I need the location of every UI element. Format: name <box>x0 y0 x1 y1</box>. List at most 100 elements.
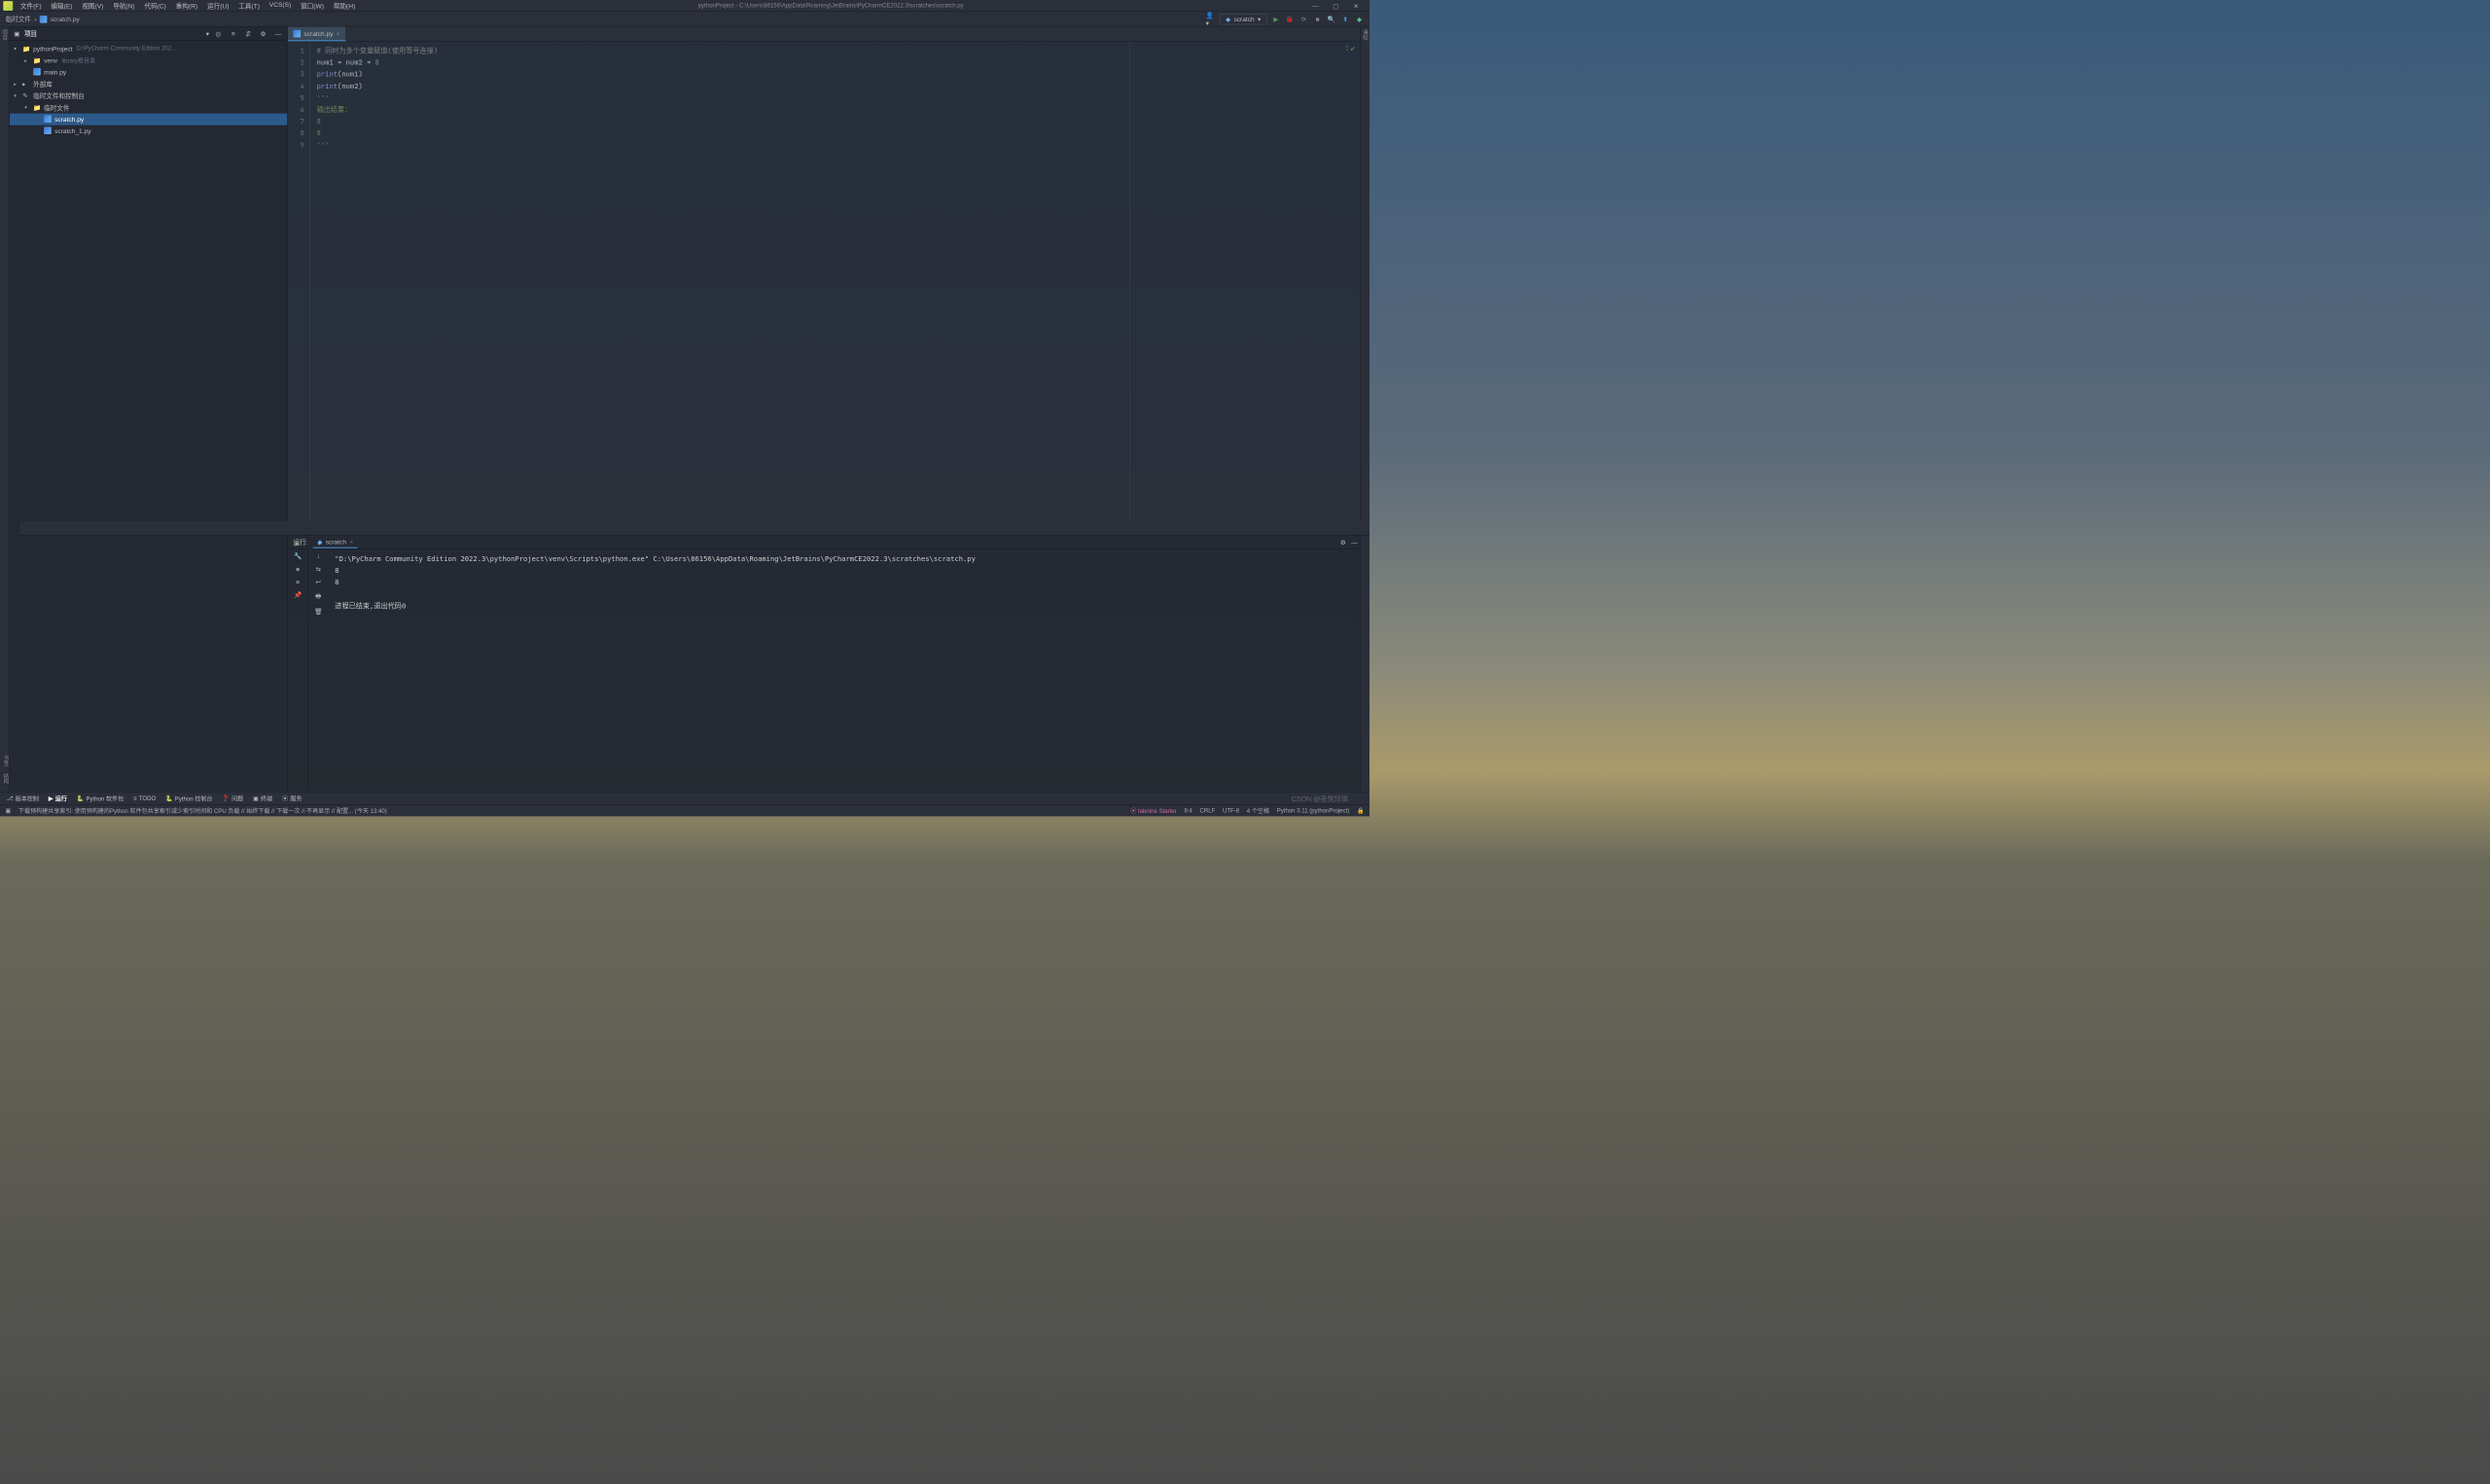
caret-position[interactable]: 9:4 <box>1184 807 1192 814</box>
python-file-icon <box>33 68 42 77</box>
gear-icon[interactable]: ⚙ <box>1340 539 1346 547</box>
menu-item[interactable]: 导航(N) <box>109 0 139 12</box>
tree-row[interactable]: ▾📁临时文件 <box>10 102 287 114</box>
ide-update-icon[interactable]: ⬆ <box>1340 15 1350 24</box>
menu-item[interactable]: VCS(S) <box>265 0 295 12</box>
editor-tab[interactable]: scratch.py × <box>288 27 346 42</box>
right-tool-strip[interactable]: 通知 <box>1360 27 1370 793</box>
editor-tab-label: scratch.py <box>303 30 333 38</box>
project-tree[interactable]: ▾📁pythonProjectD:\PyCharm Community Edit… <box>10 41 287 792</box>
menu-item[interactable]: 工具(T) <box>234 0 264 12</box>
stop-button[interactable]: ■ <box>1313 15 1323 24</box>
editor-tabs: scratch.py × <box>288 27 1360 42</box>
coverage-button[interactable]: ⟳ <box>1298 15 1308 24</box>
close-run-tab-button[interactable]: × <box>349 538 353 546</box>
event-log-icon[interactable]: ▣ <box>6 807 12 814</box>
chevron-icon[interactable]: ▸ <box>14 81 20 87</box>
breadcrumb-item[interactable]: scratch.py <box>51 16 80 23</box>
stop-button[interactable]: ■ <box>296 565 300 573</box>
chevron-icon[interactable]: ▾ <box>14 92 20 98</box>
close-button[interactable]: ✕ <box>1350 0 1362 12</box>
tab-icon: ⎇ <box>7 795 14 801</box>
close-tab-button[interactable]: × <box>337 30 340 38</box>
bookmarks-tool-button[interactable]: 书签 <box>1 756 9 766</box>
down-icon[interactable]: ↓ <box>317 552 320 560</box>
minimize-button[interactable]: — <box>1309 0 1321 12</box>
lock-icon[interactable]: 🔒 <box>1357 807 1365 814</box>
line-separator[interactable]: CRLF <box>1199 807 1215 814</box>
search-button[interactable]: 🔍 <box>1327 15 1336 24</box>
user-icon[interactable]: 👤▾ <box>1206 15 1216 24</box>
menu-item[interactable]: 重构(R) <box>171 0 201 12</box>
menu-item[interactable]: 帮助(H) <box>329 0 359 12</box>
chevron-icon[interactable]: ▸ <box>24 57 31 63</box>
tree-row[interactable]: main.py <box>10 66 287 78</box>
tree-row[interactable]: ▾✎临时文件和控制台 <box>10 89 287 101</box>
hide-run-button[interactable]: — <box>1351 539 1358 547</box>
tree-item-label: main.py <box>44 68 66 76</box>
indent-info[interactable]: 4 个空格 <box>1247 806 1269 815</box>
tree-row[interactable]: scratch.py <box>10 114 287 125</box>
tree-row[interactable]: ▸📁venvlibrary根目录 <box>10 54 287 66</box>
tree-item-hint: D:\PyCharm Community Edition 202... <box>77 46 176 53</box>
nav-toolbar: 临时文件 › scratch.py 👤▾ ◆ scratch ▾ ▶ 🐞 ⟳ ■… <box>0 12 1370 26</box>
layout-icon[interactable]: ≡ <box>296 579 300 586</box>
softwrap-icon[interactable]: ↩ <box>315 579 321 586</box>
menu-item[interactable]: 文件(F) <box>17 0 46 12</box>
bottom-tab[interactable]: ⦿服务 <box>282 794 302 802</box>
target-icon[interactable]: ◎ <box>213 28 223 38</box>
plugin-icon[interactable]: ◆ <box>1355 15 1365 24</box>
collapse-icon[interactable]: ⇵ <box>243 28 253 38</box>
bottom-tab[interactable]: ⎇版本控制 <box>7 794 39 802</box>
tree-item-label: pythonProject <box>33 45 72 53</box>
bottom-tab[interactable]: 🐍Python 软件包 <box>77 794 124 802</box>
hide-panel-button[interactable]: — <box>273 28 283 38</box>
python-file-icon <box>44 115 53 124</box>
debug-button[interactable]: 🐞 <box>1285 15 1295 24</box>
menu-item[interactable]: 编辑(E) <box>47 0 77 12</box>
run-tab-label: scratch <box>326 538 346 546</box>
run-tab[interactable]: ◆ scratch × <box>313 536 358 548</box>
tree-row[interactable]: ▸▸外部库 <box>10 78 287 89</box>
chevron-icon[interactable]: ▾ <box>14 46 20 52</box>
inspection-ok-icon[interactable]: ✔ <box>1350 45 1356 53</box>
menu-item[interactable]: 视图(V) <box>78 0 108 12</box>
wrench-icon[interactable]: 🔧 <box>294 552 302 560</box>
chevron-right-icon: › <box>34 16 36 23</box>
bottom-tab[interactable]: 🐍Python 控制台 <box>165 794 212 802</box>
bottom-tab[interactable]: ▶运行 <box>49 794 67 802</box>
interpreter-info[interactable]: Python 3.11 (pythonProject) <box>1277 807 1350 814</box>
tabnine-widget[interactable]: ⦿ tabnine Starter <box>1130 806 1176 815</box>
left-tool-strip[interactable]: 项目 <box>0 27 10 793</box>
file-encoding[interactable]: UTF-8 <box>1223 807 1239 814</box>
bottom-tab[interactable]: ▣终端 <box>253 794 272 802</box>
structure-tool-button[interactable]: 结构 <box>1 773 9 784</box>
expand-icon[interactable]: ≡ <box>229 28 238 38</box>
status-message[interactable]: 下载预构建共享索引: 使用预构建的Python 软件包共享索引减少索引时间和 C… <box>18 806 387 815</box>
folder-icon: 📁 <box>33 104 42 112</box>
run-configuration-selector[interactable]: ◆ scratch ▾ <box>1220 14 1266 24</box>
tab-icon: ❓ <box>222 795 230 801</box>
menu-item[interactable]: 运行(U) <box>203 0 233 12</box>
run-button[interactable]: ▶ <box>1271 15 1281 24</box>
pin-icon[interactable]: 📌 <box>294 591 302 599</box>
trash-icon[interactable]: 🗑 <box>314 608 322 616</box>
print-icon[interactable]: 🖶 <box>315 591 321 603</box>
titlebar: 文件(F)编辑(E)视图(V)导航(N)代码(C)重构(R)运行(U)工具(T)… <box>0 0 1370 12</box>
bottom-tab[interactable]: ❓问题 <box>222 794 243 802</box>
tree-row[interactable]: ▾📁pythonProjectD:\PyCharm Community Edit… <box>10 43 287 54</box>
bottom-tab[interactable]: ≡TODO <box>133 795 156 802</box>
tree-row[interactable]: scratch_1.py <box>10 125 287 137</box>
maximize-button[interactable]: ▢ <box>1330 0 1341 12</box>
chevron-icon[interactable]: ▾ <box>24 105 31 111</box>
breadcrumb-item[interactable]: 临时文件 <box>6 15 31 23</box>
menu-item[interactable]: 代码(C) <box>140 0 170 12</box>
chevron-down-icon[interactable]: ▾ <box>206 30 209 38</box>
code-editor[interactable]: 123456789 # 同时为多个变量赋值(使用等号连接) num1 = num… <box>288 42 1360 535</box>
code-content[interactable]: # 同时为多个变量赋值(使用等号连接) num1 = num2 = 8 prin… <box>310 42 1360 535</box>
run-output[interactable]: "D:\PyCharm Community Edition 2022.3\pyt… <box>329 549 1360 792</box>
settings-icon[interactable]: ⚙ <box>259 28 268 38</box>
scratch-icon: ✎ <box>22 92 31 100</box>
filter-icon[interactable]: ⇆ <box>315 565 321 573</box>
menu-item[interactable]: 窗口(W) <box>297 0 329 12</box>
